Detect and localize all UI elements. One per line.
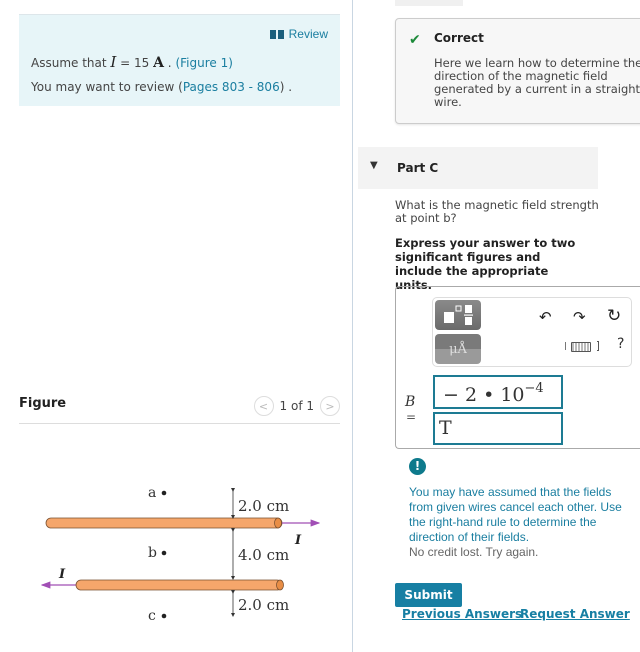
undo-icon[interactable]: ↶ [539,308,552,326]
pages-link[interactable]: Pages 803 - 806 [183,80,280,94]
next-figure-button[interactable]: > [320,396,340,416]
top-wire [45,517,283,529]
redo-icon[interactable]: ↷ [573,308,586,326]
book-icon [269,29,284,39]
previous-answers-link[interactable]: Previous Answers [402,607,522,621]
pager-text: 1 of 1 [279,399,314,413]
part-c-title: Part C [397,161,439,175]
units-icon: μÅ [449,341,467,357]
assume-text: Assume that I = 15 A . (Figure 1) [31,53,233,71]
question-text: What is the magnetic field strength at p… [395,198,599,225]
feedback-message: You may have assumed that the fields fro… [409,485,622,544]
point-b-dot [161,550,167,556]
figure-header: Figure < 1 of 1 > [19,394,340,424]
caret-down-icon: ▼ [370,160,378,171]
bottom-wire [75,579,283,591]
figure-link[interactable]: (Figure 1) [175,56,232,70]
submit-button[interactable]: Submit [395,583,462,607]
top-wire-end [274,517,282,529]
point-a-dot [161,490,167,496]
figure-pager: < 1 of 1 > [253,396,340,416]
request-answer-link[interactable]: Request Answer [520,607,630,621]
point-b-label: b [148,545,157,561]
distance-label-3: 2.0 cm [238,596,289,614]
keyboard-icon[interactable] [571,342,591,352]
point-c-dot [161,613,167,619]
bottom-wire-end [276,579,284,591]
review-text: You may want to review (Pages 803 - 806)… [31,80,293,94]
panel-divider[interactable] [352,0,353,652]
unit-input[interactable]: T [433,412,563,445]
separator [565,342,566,350]
chevron-right-icon: > [325,399,335,413]
figure-title: Figure [19,396,67,411]
point-c-label: c [148,608,156,624]
previous-part-stub [395,0,463,6]
equals-sign: = [406,410,417,424]
feedback-note: No credit lost. Try again. [409,545,539,559]
correct-feedback-box: ✔ Correct Here we learn how to determine… [395,18,640,124]
chevron-left-icon: < [258,399,269,413]
correct-title: Correct [434,31,484,45]
prev-figure-button[interactable]: < [253,396,274,416]
instruction-text: Express your answer to two significant f… [395,236,576,292]
check-icon: ✔ [409,32,421,48]
alert-icon: ! [409,458,426,475]
units-button[interactable]: μÅ [435,334,481,364]
review-link[interactable]: Review [269,27,328,41]
value-input[interactable]: − 2 • 10−4 [433,375,563,409]
keyboard-bracket [597,341,599,351]
point-a-label: a [148,485,156,501]
answer-variable: B [405,394,416,410]
bottom-current-label: I [58,567,66,582]
problem-info-box: Review Assume that I = 15 A . (Figure 1)… [19,14,340,106]
left-panel: Review Assume that I = 15 A . (Figure 1)… [0,0,352,652]
distance-label-1: 2.0 cm [238,497,289,515]
amp-unit: A [153,55,164,71]
templates-icon [444,305,473,325]
templates-button[interactable] [435,300,481,330]
wire-figure: a I 2.0 cm b 4.0 cm I 2.0 cm c [40,485,321,624]
distance-label-2: 4.0 cm [238,546,289,564]
correct-text: Here we learn how to determine the direc… [434,56,640,109]
top-current-label: I [294,533,302,548]
exponent: −4 [524,381,544,396]
math-toolbar: μÅ ↶ ↷ ↻ ? [432,297,632,367]
review-label: Review [288,27,328,41]
help-icon[interactable]: ? [617,336,624,352]
reset-icon[interactable]: ↻ [607,306,621,326]
part-c-header[interactable]: ▼ Part C [358,147,598,189]
